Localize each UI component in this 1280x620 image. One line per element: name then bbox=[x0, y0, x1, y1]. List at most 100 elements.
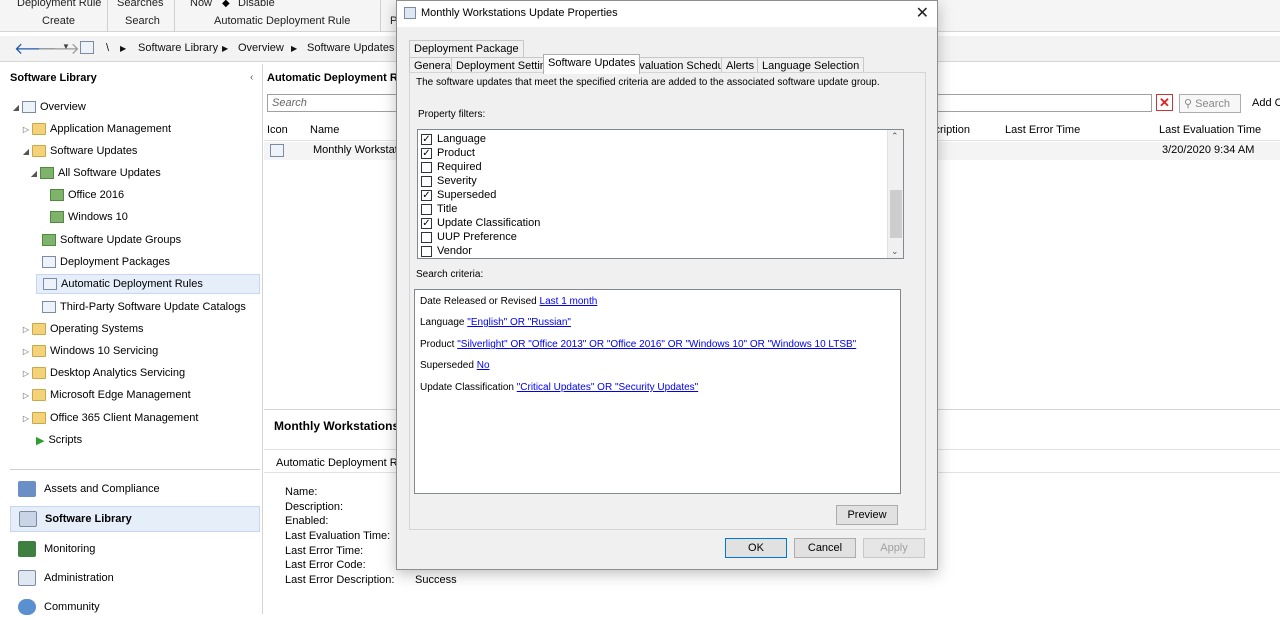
workspace-administration[interactable]: Administration bbox=[10, 565, 260, 591]
property-filters-label: Property filters: bbox=[418, 109, 486, 120]
list-item[interactable]: ✓ Product bbox=[421, 146, 475, 160]
criteria-link-product[interactable]: "Silverlight" OR "Office 2013" OR "Offic… bbox=[457, 339, 856, 350]
nav-item-overview[interactable]: ◢ Overview bbox=[10, 97, 86, 117]
column-header-name[interactable]: Name bbox=[310, 124, 339, 136]
criteria-link-language[interactable]: "English" OR "Russian" bbox=[467, 317, 571, 328]
list-item[interactable]: Vendor bbox=[421, 244, 472, 258]
breadcrumb-root[interactable]: \ bbox=[106, 42, 109, 54]
update-groups-icon bbox=[42, 234, 56, 246]
criteria-link-date-released[interactable]: Last 1 month bbox=[540, 296, 598, 307]
column-header-last-evaluation-time[interactable]: Last Evaluation Time bbox=[1159, 124, 1261, 136]
details-label-last-error-time: Last Error Time: bbox=[285, 545, 364, 557]
collapsed-arrow-icon[interactable]: ▷ bbox=[20, 391, 32, 400]
list-item[interactable]: Required bbox=[421, 160, 482, 174]
forward-arrow-icon[interactable]: 🡒 bbox=[37, 38, 80, 59]
list-item[interactable]: UUP Preference bbox=[421, 230, 517, 244]
checkbox-superseded[interactable]: ✓ bbox=[421, 189, 432, 201]
nav-item-windows-10-servicing[interactable]: ▷ Windows 10 Servicing bbox=[20, 341, 158, 361]
ribbon-run-now[interactable]: Now bbox=[190, 0, 212, 9]
list-search-input-right[interactable] bbox=[936, 94, 1152, 112]
chevron-up-icon[interactable]: ⌃ bbox=[891, 131, 899, 142]
checkbox-severity[interactable] bbox=[421, 175, 432, 187]
criteria-row-update-classification: Update Classification "Critical Updates"… bbox=[420, 382, 699, 393]
expanded-arrow-icon[interactable]: ◢ bbox=[10, 103, 22, 112]
collapsed-arrow-icon[interactable]: ▷ bbox=[20, 414, 32, 423]
criteria-link-update-classification[interactable]: "Critical Updates" OR "Security Updates" bbox=[517, 382, 698, 393]
ok-button[interactable]: OK bbox=[725, 538, 787, 558]
nav-item-windows-10[interactable]: Windows 10 bbox=[50, 207, 128, 227]
nav-item-deployment-packages[interactable]: Deployment Packages bbox=[42, 252, 170, 272]
dialog-title-bar[interactable]: Monthly Workstations Update Properties ✕ bbox=[397, 1, 937, 27]
preview-button[interactable]: Preview bbox=[836, 505, 898, 525]
expanded-arrow-icon[interactable]: ◢ bbox=[20, 147, 32, 156]
checkbox-uup-preference[interactable] bbox=[421, 231, 432, 243]
community-icon bbox=[18, 599, 36, 615]
collapsed-arrow-icon[interactable]: ▷ bbox=[20, 125, 32, 134]
nav-item-application-management[interactable]: ▷ Application Management bbox=[20, 119, 171, 139]
tab-deployment-package[interactable]: Deployment Package bbox=[409, 40, 524, 57]
column-header-icon[interactable]: Icon bbox=[267, 124, 288, 136]
row-name: Monthly Workstati bbox=[313, 144, 401, 156]
apply-button[interactable]: Apply bbox=[863, 538, 925, 558]
add-criteria-link[interactable]: Add C bbox=[1252, 97, 1280, 109]
criteria-row-superseded: Superseded No bbox=[420, 360, 490, 371]
adr-icon bbox=[80, 41, 94, 54]
list-item[interactable]: ✓ Update Classification bbox=[421, 216, 540, 230]
nav-item-third-party-catalogs[interactable]: Third-Party Software Update Catalogs bbox=[42, 297, 246, 317]
folder-icon bbox=[32, 145, 46, 157]
checkbox-vendor[interactable] bbox=[421, 245, 432, 257]
chevron-down-icon[interactable]: ⌄ bbox=[891, 246, 899, 257]
clear-search-icon[interactable]: ✕ bbox=[1156, 94, 1173, 111]
list-item[interactable]: ✓ Language bbox=[421, 132, 486, 146]
nav-item-software-updates[interactable]: ◢ Software Updates bbox=[20, 141, 137, 161]
ribbon-group-create: Create bbox=[42, 15, 76, 27]
nav-item-all-software-updates[interactable]: ◢ All Software Updates bbox=[28, 163, 161, 183]
history-dropdown-icon[interactable]: ▼ bbox=[62, 42, 70, 51]
nav-item-office-365-client-management[interactable]: ▷ Office 365 Client Management bbox=[20, 408, 198, 428]
collapse-chevron-icon[interactable]: ‹ bbox=[250, 72, 253, 83]
workspace-assets-and-compliance[interactable]: Assets and Compliance bbox=[10, 476, 260, 502]
checkbox-product[interactable]: ✓ bbox=[421, 147, 432, 159]
nav-item-office-2016[interactable]: Office 2016 bbox=[50, 185, 124, 205]
workspace-software-library[interactable]: Software Library bbox=[10, 506, 260, 532]
collapsed-arrow-icon[interactable]: ▷ bbox=[20, 347, 32, 356]
column-header-last-error-time[interactable]: Last Error Time bbox=[1005, 124, 1080, 136]
checkbox-required[interactable] bbox=[421, 161, 432, 173]
tab-software-updates[interactable]: Software Updates bbox=[543, 54, 641, 74]
folder-icon bbox=[32, 323, 46, 335]
expanded-arrow-icon[interactable]: ◢ bbox=[28, 169, 40, 178]
checkbox-language[interactable]: ✓ bbox=[421, 133, 432, 145]
breadcrumb-software-updates[interactable]: Software Updates bbox=[307, 42, 394, 54]
collapsed-arrow-icon[interactable]: ▷ bbox=[20, 369, 32, 378]
ribbon-disable[interactable]: Disable bbox=[238, 0, 275, 9]
ribbon-create-deployment-rule[interactable]: Deployment Rule bbox=[17, 0, 101, 9]
close-icon[interactable]: ✕ bbox=[916, 3, 929, 23]
list-search-input[interactable]: Search bbox=[267, 94, 397, 112]
search-button[interactable]: ⚲ Search bbox=[1179, 94, 1241, 113]
breadcrumb-overview[interactable]: Overview bbox=[238, 42, 284, 54]
breadcrumb-software-library[interactable]: Software Library bbox=[138, 42, 218, 54]
list-item[interactable]: Title bbox=[421, 202, 457, 216]
nav-item-microsoft-edge-management[interactable]: ▷ Microsoft Edge Management bbox=[20, 385, 191, 405]
workspace-community[interactable]: Community bbox=[10, 594, 260, 620]
checkbox-title[interactable] bbox=[421, 203, 432, 215]
list-item[interactable]: Severity bbox=[421, 174, 477, 188]
nav-item-scripts[interactable]: ▶ Scripts bbox=[36, 430, 82, 450]
list-item[interactable]: ✓ Superseded bbox=[421, 188, 496, 202]
checkbox-update-classification[interactable]: ✓ bbox=[421, 217, 432, 229]
criteria-link-superseded[interactable]: No bbox=[477, 360, 490, 371]
ribbon-saved-searches[interactable]: Searches bbox=[117, 0, 163, 9]
nav-item-software-update-groups[interactable]: Software Update Groups bbox=[42, 230, 181, 250]
folder-icon bbox=[32, 412, 46, 424]
search-criteria-label: Search criteria: bbox=[416, 269, 484, 280]
scrollbar-thumb[interactable] bbox=[890, 190, 902, 238]
nav-item-operating-systems[interactable]: ▷ Operating Systems bbox=[20, 319, 144, 339]
ribbon-group-search: Search bbox=[125, 15, 160, 27]
property-filters-scrollbar[interactable]: ⌃ ⌄ bbox=[887, 130, 903, 258]
nav-item-desktop-analytics-servicing[interactable]: ▷ Desktop Analytics Servicing bbox=[20, 363, 185, 383]
collapsed-arrow-icon[interactable]: ▷ bbox=[20, 325, 32, 334]
property-filters-list[interactable]: ✓ Language ✓ Product Required Severity ✓ Su… bbox=[417, 129, 904, 259]
cancel-button[interactable]: Cancel bbox=[794, 538, 856, 558]
workspace-monitoring[interactable]: Monitoring bbox=[10, 536, 260, 562]
nav-item-automatic-deployment-rules[interactable]: Automatic Deployment Rules bbox=[36, 274, 260, 294]
